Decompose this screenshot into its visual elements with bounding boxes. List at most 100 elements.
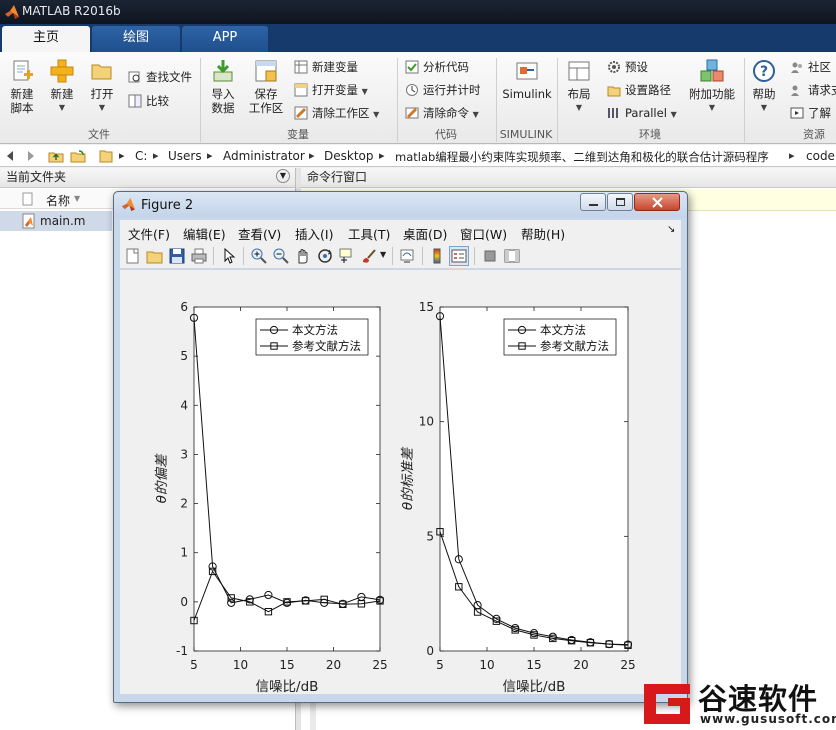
analyze-code-button[interactable]: 分析代码	[405, 58, 469, 76]
browse-folder-icon[interactable]	[70, 148, 86, 164]
pointer-icon[interactable]	[220, 247, 238, 265]
open-variable-button[interactable]: 打开变量 ▼	[294, 81, 368, 101]
menu-view[interactable]: 查看(V)	[238, 224, 281, 243]
clear-workspace-caret: ▼	[373, 110, 380, 119]
figure-canvas[interactable]: 5 10 15 20 25 -1 0 1 2 3 4 5 6 信噪比/dB θ的偏差 本文方法 参考文献方法 5 1…	[120, 270, 681, 695]
show-plot-tools-icon[interactable]	[503, 247, 521, 265]
new-figure-icon[interactable]	[124, 247, 142, 265]
clear-commands-icon	[405, 107, 419, 119]
up-folder-icon[interactable]	[48, 148, 64, 164]
import-data-button[interactable]: 导入 数据	[206, 58, 240, 115]
pan-hand-icon[interactable]	[294, 247, 312, 265]
y-tick-label: 5	[180, 349, 188, 363]
menu-desktop[interactable]: 桌面(D)	[403, 224, 447, 243]
zoom-in-icon[interactable]	[250, 247, 268, 265]
figure-title-bar[interactable]: Figure 2	[114, 192, 687, 218]
tab-plots[interactable]: 绘图	[92, 26, 180, 52]
breadcrumb-item[interactable]: C:	[135, 149, 147, 163]
brush-icon[interactable]	[360, 247, 378, 265]
menu-window[interactable]: 窗口(W)	[460, 224, 507, 243]
add-ons-icon	[700, 59, 724, 82]
import-label: 导入	[211, 87, 235, 101]
open-label: 打开	[90, 87, 114, 101]
breadcrumb-item[interactable]: Desktop	[324, 149, 374, 163]
breadcrumb-separator: ▸	[153, 149, 159, 162]
open-button[interactable]: 打开 ▼	[86, 58, 118, 115]
community-button[interactable]: 社区	[790, 58, 831, 76]
run-and-time-button[interactable]: 运行并计时	[405, 81, 481, 99]
menu-help[interactable]: 帮助(H)	[521, 224, 565, 243]
chart-1: 5 10 15 20 25 -1 0 1 2 3 4 5 6 信噪比/dB θ的偏差 本文方法参考文献方法	[154, 300, 388, 695]
learn-button[interactable]: 了解	[790, 104, 831, 122]
breadcrumb-item[interactable]: Administrator	[223, 149, 305, 163]
link-plot-icon[interactable]	[398, 247, 416, 265]
menu-edit[interactable]: 编辑(E)	[183, 224, 226, 243]
analyze-code-label: 分析代码	[423, 60, 469, 74]
maximize-button[interactable]	[607, 193, 633, 211]
open-variable-label: 打开变量	[312, 83, 358, 97]
preferences-button[interactable]: 预设	[607, 58, 648, 76]
preferences-label: 预设	[625, 60, 648, 74]
legend-icon[interactable]	[449, 246, 469, 266]
minimize-button[interactable]	[580, 193, 606, 211]
new-variable-button[interactable]: 新建变量	[294, 58, 358, 76]
breadcrumb-separator: ▸	[379, 149, 385, 162]
toolbar-separator	[422, 247, 423, 265]
x-tick-label: 15	[279, 658, 294, 672]
add-ons-caret: ▼	[708, 103, 716, 112]
new-script-label-2: 脚本	[10, 101, 34, 115]
new-button[interactable]: 新建 ▼	[46, 58, 78, 115]
open-file-icon[interactable]	[146, 247, 164, 265]
parallel-button[interactable]: Parallel ▼	[607, 104, 677, 124]
gususoft-logo-icon	[644, 684, 690, 724]
menu-dock-arrow-icon[interactable]: ↘	[667, 224, 675, 235]
plus-icon	[50, 59, 74, 83]
rotate-3d-icon[interactable]	[316, 247, 334, 265]
figure-title: Figure 2	[141, 198, 194, 213]
close-button[interactable]	[634, 193, 680, 211]
data-cursor-icon[interactable]	[338, 247, 356, 265]
request-support-button[interactable]: 请求支	[790, 81, 836, 99]
set-path-button[interactable]: 设置路径	[607, 81, 671, 99]
clear-workspace-button[interactable]: 清除工作区 ▼	[294, 104, 379, 124]
breadcrumb-item[interactable]: matlab编程最小约束阵实现频率、二维到达角和极化的联合估计源码程序	[395, 149, 769, 165]
layout-icon	[568, 61, 590, 81]
save-icon[interactable]	[168, 247, 186, 265]
open-variable-caret: ▼	[361, 87, 368, 96]
open-dropdown-caret: ▼	[98, 103, 106, 112]
clear-commands-button[interactable]: 清除命令 ▼	[405, 104, 479, 124]
brush-dropdown-caret[interactable]: ▼	[380, 250, 386, 259]
menu-file[interactable]: 文件(F)	[128, 224, 170, 243]
layout-button[interactable]: 布局 ▼	[563, 58, 595, 115]
menu-tools[interactable]: 工具(T)	[348, 224, 390, 243]
run-and-time-icon	[406, 84, 418, 96]
file-list-item[interactable]: main.m	[0, 211, 112, 231]
toolbar-separator	[243, 247, 244, 265]
add-ons-button[interactable]: 附加功能 ▼	[686, 58, 738, 115]
forward-arrow-icon[interactable]	[22, 148, 38, 164]
save-workspace-button[interactable]: 保存 工作区	[246, 58, 286, 115]
y-tick-label: -1	[176, 644, 188, 658]
matlab-file-icon	[22, 213, 35, 229]
compare-button[interactable]: 比较	[128, 92, 169, 110]
colorbar-icon[interactable]	[428, 247, 446, 265]
new-script-button[interactable]: 新建 脚本	[4, 58, 40, 115]
breadcrumb-item[interactable]: Users	[168, 149, 202, 163]
tab-home[interactable]: 主页	[2, 26, 90, 53]
tab-apps[interactable]: APP	[182, 26, 268, 52]
zoom-out-icon[interactable]	[272, 247, 290, 265]
x-tick-label: 5	[190, 658, 198, 672]
save-workspace-icon	[255, 60, 277, 82]
sort-arrow-icon: ▼	[74, 194, 81, 203]
panel-menu-button[interactable]: ▼	[276, 169, 290, 183]
find-files-button[interactable]: 查找文件	[128, 68, 192, 86]
figure-plot-area: 5 10 15 20 25 -1 0 1 2 3 4 5 6 信噪比/dB θ的偏差 本文方法参考文献方法 5 1…	[154, 300, 636, 695]
breadcrumb-item[interactable]: code	[806, 149, 835, 163]
community-label: 社区	[808, 60, 831, 74]
help-button[interactable]: ? 帮助 ▼	[749, 58, 779, 115]
menu-insert[interactable]: 插入(I)	[295, 224, 333, 243]
simulink-button[interactable]: Simulink	[502, 58, 552, 101]
back-arrow-icon[interactable]	[3, 148, 19, 164]
print-icon[interactable]	[190, 247, 208, 265]
hide-plot-tools-icon[interactable]	[481, 247, 499, 265]
